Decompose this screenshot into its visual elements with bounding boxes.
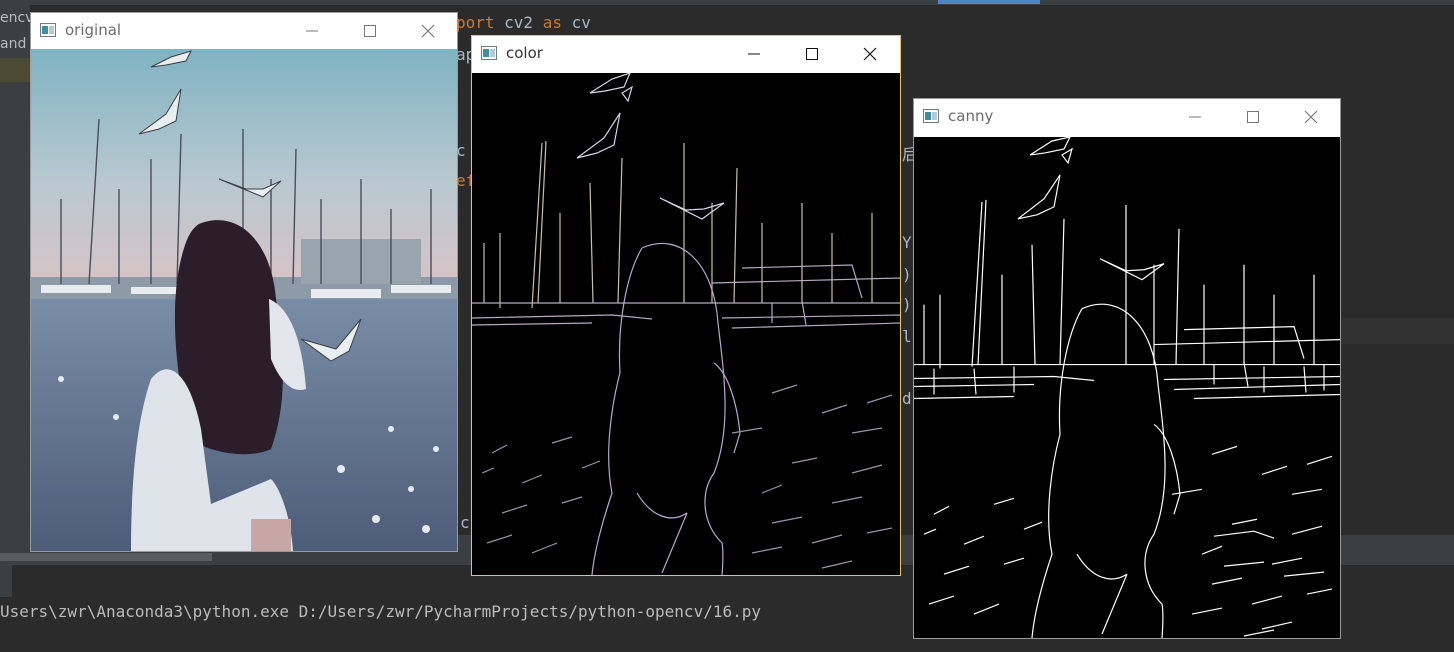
- maximize-button[interactable]: [1224, 99, 1282, 135]
- color-edges-image: [472, 73, 900, 575]
- maximize-button[interactable]: [783, 36, 841, 72]
- minimize-icon: [1189, 116, 1201, 118]
- minimize-icon: [306, 30, 318, 32]
- code-line: c: [460, 513, 470, 532]
- close-icon: [863, 47, 877, 61]
- project-item[interactable]: encv: [0, 10, 33, 26]
- color-window[interactable]: color: [471, 35, 901, 576]
- close-icon: [1304, 110, 1318, 124]
- opencv-window-icon: [923, 109, 939, 123]
- code-line: ): [902, 295, 912, 314]
- title-bar[interactable]: canny: [914, 99, 1340, 135]
- minimize-button[interactable]: [1166, 99, 1224, 135]
- original-window[interactable]: original: [30, 12, 458, 552]
- code-line: ): [902, 265, 912, 284]
- close-icon: [421, 24, 435, 38]
- code-line: l: [902, 327, 912, 346]
- canny-window[interactable]: canny: [913, 98, 1341, 639]
- canny-edges-image: [914, 137, 1340, 638]
- close-button[interactable]: [399, 13, 457, 49]
- maximize-icon: [1247, 111, 1259, 123]
- horizontal-scrollbar[interactable]: [0, 553, 212, 561]
- editor-line-highlight: [1340, 318, 1454, 344]
- maximize-button[interactable]: [341, 13, 399, 49]
- maximize-icon: [364, 25, 376, 37]
- close-button[interactable]: [841, 36, 899, 72]
- code-line-import: port cv2 as cv: [456, 13, 591, 32]
- title-bar[interactable]: original: [31, 13, 457, 49]
- window-title: canny: [948, 107, 994, 125]
- minimize-button[interactable]: [725, 36, 783, 72]
- project-item[interactable]: and: [0, 36, 26, 52]
- console-command-line: Users\zwr\Anaconda3\python.exe D:/Users/…: [0, 602, 761, 621]
- title-bar[interactable]: color: [472, 36, 900, 72]
- original-image: [31, 49, 457, 551]
- close-button[interactable]: [1282, 99, 1340, 135]
- minimize-button[interactable]: [283, 13, 341, 49]
- code-line: d: [902, 389, 912, 408]
- ide-active-tab-indicator: [938, 0, 1040, 4]
- window-title: original: [65, 21, 122, 39]
- ide-project-selection: [0, 58, 30, 82]
- opencv-window-icon: [481, 46, 497, 60]
- minimize-icon: [748, 53, 760, 55]
- opencv-window-icon: [40, 23, 56, 37]
- ide-project-panel: [0, 5, 30, 545]
- console-gutter: [0, 565, 12, 597]
- code-line: Y: [902, 233, 912, 252]
- window-title: color: [506, 44, 543, 62]
- maximize-icon: [806, 48, 818, 60]
